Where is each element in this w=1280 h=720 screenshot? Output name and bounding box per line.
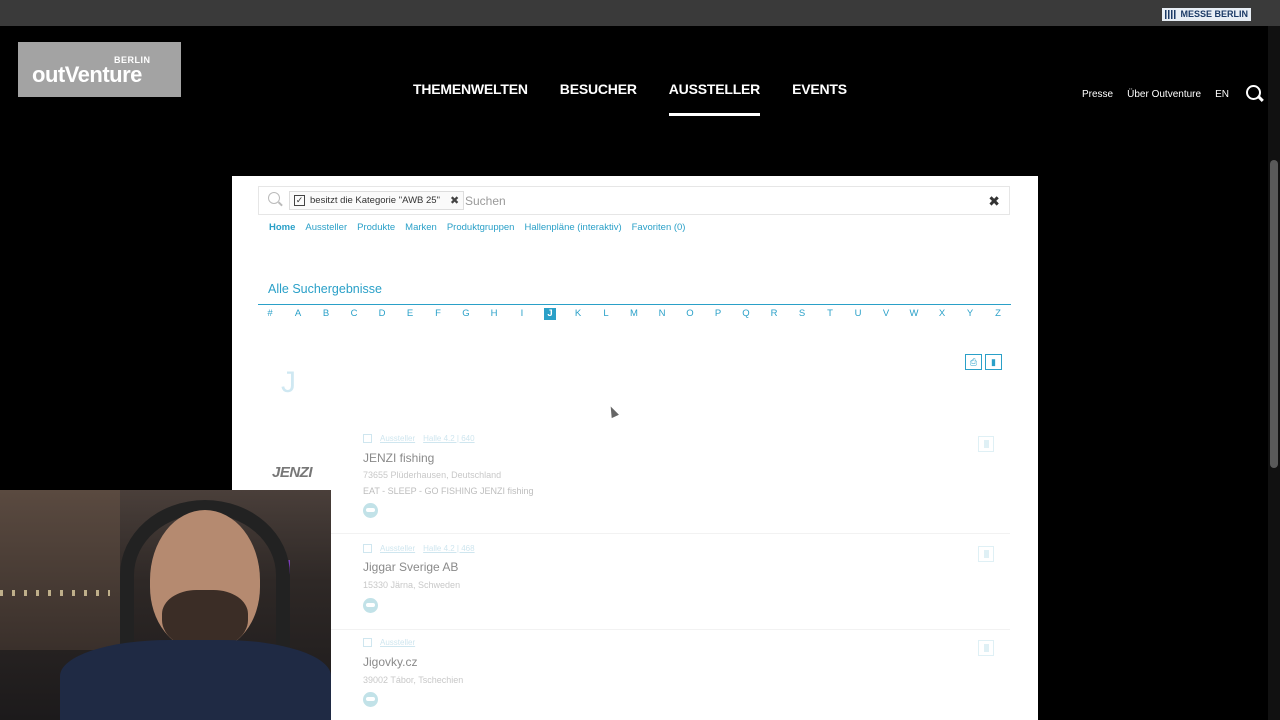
results-title: Alle Suchergebnisse	[268, 282, 382, 296]
alpha-letter[interactable]: Y	[964, 308, 976, 320]
nav-events[interactable]: EVENTS	[792, 80, 847, 116]
exhibitor-name[interactable]: Jiggar Sverige AB	[363, 560, 458, 574]
meta-presse[interactable]: Presse	[1082, 89, 1113, 100]
alpha-letter[interactable]: D	[376, 308, 388, 320]
exhibitor-directory: ✓ besitzt die Kategorie "AWB 25" ✖ ✖ Hom…	[232, 176, 1038, 720]
category-badge-icon	[363, 692, 378, 707]
exhibitor-name[interactable]: Jigovky.cz	[363, 655, 417, 669]
webcam-overlay	[0, 490, 331, 720]
alpha-letter[interactable]: K	[572, 308, 584, 320]
alpha-letter[interactable]: T	[824, 308, 836, 320]
nav-besucher[interactable]: BESUCHER	[560, 80, 637, 116]
entry-type-link[interactable]: Aussteller	[380, 434, 415, 443]
filter-chip-label: besitzt die Kategorie "AWB 25"	[310, 195, 440, 206]
scrollbar-thumb[interactable]	[1270, 160, 1278, 468]
alpha-letter[interactable]: N	[656, 308, 668, 320]
alpha-letter[interactable]: Q	[740, 308, 752, 320]
subnav-produktgruppen[interactable]: Produktgruppen	[447, 222, 515, 233]
meta-nav: Presse Über Outventure EN	[1082, 84, 1265, 104]
main-nav: THEMENWELTEN BESUCHER AUSSTELLER EVENTS	[413, 80, 847, 116]
alpha-letter[interactable]: Z	[992, 308, 1004, 320]
exhibitor-type-icon	[363, 434, 372, 443]
subnav-produkte[interactable]: Produkte	[357, 222, 395, 233]
logo-name: outVenture	[32, 62, 142, 87]
category-badge-icon	[363, 503, 378, 518]
filter-chip[interactable]: ✓ besitzt die Kategorie "AWB 25" ✖	[289, 191, 465, 210]
alpha-letter[interactable]: M	[628, 308, 640, 320]
alpha-letter[interactable]: F	[432, 308, 444, 320]
top-bar: MESSE BERLIN	[0, 0, 1280, 26]
nav-themenwelten[interactable]: THEMENWELTEN	[413, 80, 528, 116]
exhibitor-logo: JENZI	[272, 464, 313, 481]
language-switch[interactable]: EN	[1215, 89, 1229, 100]
alpha-letter[interactable]: G	[460, 308, 472, 320]
entry-hall-link[interactable]: Halle 4.2 | 640	[423, 434, 474, 443]
search-bar[interactable]: ✓ besitzt die Kategorie "AWB 25" ✖ ✖	[258, 186, 1010, 215]
category-badge-icon	[363, 598, 378, 613]
alpha-letter[interactable]: X	[936, 308, 948, 320]
subnav-aussteller[interactable]: Aussteller	[305, 222, 347, 233]
alpha-letter[interactable]: S	[796, 308, 808, 320]
exhibitor-description: EAT - SLEEP - GO FISHING JENZI fishing	[363, 486, 534, 496]
messe-logo-icon	[1165, 10, 1178, 19]
bookmark-icon[interactable]	[978, 546, 994, 562]
exhibitor-name[interactable]: JENZI fishing	[363, 451, 434, 465]
entry-hall-link[interactable]: Halle 4.2 | 468	[423, 544, 474, 553]
alpha-letter[interactable]: O	[684, 308, 696, 320]
exhibitor-type-icon	[363, 638, 372, 647]
alpha-letter[interactable]: #	[264, 308, 276, 320]
bookmark-all-button[interactable]: ▮	[985, 354, 1002, 370]
exhibitor-location: 15330 Järna, Schweden	[363, 580, 461, 590]
alpha-letter[interactable]: C	[348, 308, 360, 320]
alpha-letter-current[interactable]: J	[544, 308, 556, 320]
background-shelf	[0, 490, 120, 650]
messe-badge-label: MESSE BERLIN	[1180, 9, 1248, 19]
subnav-hallenplaene[interactable]: Hallenpläne (interaktiv)	[524, 222, 621, 233]
subnav-marken[interactable]: Marken	[405, 222, 437, 233]
bookmark-icon[interactable]	[978, 436, 994, 452]
alpha-letter[interactable]: P	[712, 308, 724, 320]
nav-aussteller[interactable]: AUSSTELLER	[668, 80, 760, 116]
search-icon[interactable]	[1245, 84, 1265, 104]
search-input[interactable]	[465, 192, 965, 209]
alpha-letter[interactable]: V	[880, 308, 892, 320]
alpha-letter[interactable]: I	[516, 308, 528, 320]
string-lights	[0, 590, 110, 596]
messe-berlin-badge[interactable]: MESSE BERLIN	[1162, 8, 1251, 21]
directory-subnav: Home Aussteller Produkte Marken Produktg…	[269, 222, 685, 233]
meta-ueber-outventure[interactable]: Über Outventure	[1127, 89, 1201, 100]
results-divider	[258, 304, 1011, 305]
subnav-home[interactable]: Home	[269, 222, 295, 233]
remove-filter-icon[interactable]: ✖	[450, 194, 459, 207]
alpha-letter[interactable]: L	[600, 308, 612, 320]
alpha-letter[interactable]: B	[320, 308, 332, 320]
search-magnifier-icon	[268, 192, 282, 206]
exhibitor-type-icon	[363, 544, 372, 553]
exhibitor-location: 73655 Plüderhausen, Deutschland	[363, 470, 502, 480]
alpha-letter[interactable]: H	[488, 308, 500, 320]
clear-search-icon[interactable]: ✖	[988, 193, 1000, 210]
alpha-letter[interactable]: U	[852, 308, 864, 320]
alpha-letter[interactable]: A	[292, 308, 304, 320]
bookmark-icon[interactable]	[978, 640, 994, 656]
entry-type-link[interactable]: Aussteller	[380, 544, 415, 553]
entry-type-link[interactable]: Aussteller	[380, 638, 415, 647]
alpha-letter[interactable]: E	[404, 308, 416, 320]
streamer-hoodie	[60, 640, 331, 720]
entry-tags: Aussteller	[363, 638, 415, 647]
list-item[interactable]: Aussteller Halle 4.2 | 468 Jiggar Sverig…	[258, 538, 1010, 630]
subnav-favoriten[interactable]: Favoriten (0)	[632, 222, 686, 233]
alpha-letter[interactable]: R	[768, 308, 780, 320]
list-item[interactable]: Aussteller Jigovky.cz 39002 Tábor, Tsche…	[258, 634, 1010, 720]
list-item[interactable]: JENZI Aussteller Halle 4.2 | 640 JENZI f…	[258, 428, 1010, 534]
alpha-letter[interactable]: W	[908, 308, 920, 320]
print-button[interactable]: ⎙	[965, 354, 982, 370]
section-letter: J	[281, 366, 296, 399]
site-logo[interactable]: BERLIN outVenture	[18, 42, 181, 97]
entry-tags: Aussteller Halle 4.2 | 640	[363, 434, 475, 443]
alphabet-index: # A B C D E F G H I J K L M N O P Q R S …	[264, 308, 1004, 320]
entry-tags: Aussteller Halle 4.2 | 468	[363, 544, 475, 553]
checkbox-checked-icon[interactable]: ✓	[294, 195, 305, 206]
exhibitor-location: 39002 Tábor, Tschechien	[363, 675, 464, 685]
